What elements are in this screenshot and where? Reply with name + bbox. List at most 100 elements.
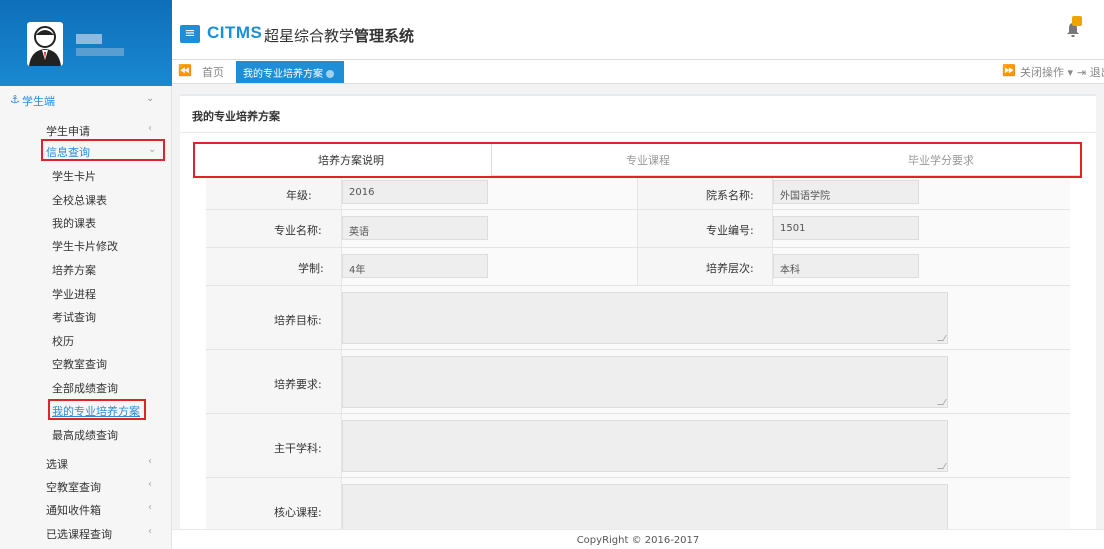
duration-field[interactable]: 4年 (342, 254, 488, 278)
sidebar-item-school-timetable[interactable]: 全校总课表 (0, 188, 172, 209)
form-row-goal: 培养目标: (206, 286, 1070, 350)
hamburger-icon: ≡ (184, 26, 196, 41)
sidebar-item-label: 学业进程 (52, 288, 96, 301)
sidebar-item-progress[interactable]: 学业进程 (0, 282, 172, 303)
chevron-left-icon: ‹ (148, 479, 152, 490)
sidebar-item-course-select[interactable]: 选课 ‹ (0, 452, 172, 473)
form-row-subjects: 主干学科: (206, 414, 1070, 478)
tab-label: 我的专业培养方案 (243, 69, 323, 80)
sidebar-item-selected-courses[interactable]: 已选课程查询 ‹ (0, 522, 172, 543)
chevron-left-icon: ‹ (148, 502, 152, 513)
logout-icon: ⇥ (1077, 66, 1087, 79)
app-title-bold: 管理系统 (354, 27, 415, 45)
level-label: 培养层次: (706, 262, 754, 275)
notification-bell[interactable] (1066, 16, 1082, 38)
resize-handle-icon[interactable] (937, 335, 947, 341)
chevron-left-icon: ‹ (148, 456, 152, 467)
major-no-label: 专业编号: (706, 224, 754, 237)
main-content: 我的专业培养方案 培养方案说明 专业课程 毕业学分要求 年级: 2016 院系名… (172, 84, 1104, 529)
chevron-down-icon: ⌄ (146, 93, 155, 104)
user-avatar-icon (29, 26, 61, 66)
sidebar-item-label: 学生卡片修改 (52, 240, 118, 253)
close-ops-dropdown[interactable]: 关闭操作 ▾ (1020, 64, 1073, 80)
sidebar-item-training-plan[interactable]: 培养方案 (0, 258, 172, 279)
form-row-core: 核心课程: (206, 478, 1070, 529)
caret-down-icon: ▾ (1067, 66, 1074, 79)
sidebar-group-student[interactable]: ⚓ 学生端 ⌄ (0, 90, 172, 110)
grade-label: 年级: (286, 189, 312, 202)
goal-textarea[interactable] (342, 292, 948, 344)
notification-badge (1072, 16, 1082, 26)
subjects-label: 主干学科: (274, 442, 322, 455)
sidebar-item-empty-room[interactable]: 空教室查询 (0, 352, 172, 373)
sidebar-item-all-grades[interactable]: 全部成绩查询 (0, 376, 172, 397)
form-row-grade: 年级: 2016 院系名称: 外国语学院 (206, 178, 1070, 210)
logout-button[interactable]: ⇥ 退出 (1077, 64, 1104, 80)
chevron-left-icon: ‹ (148, 123, 152, 134)
tab-scroll-left-icon[interactable]: ⏪ (178, 64, 192, 77)
highlight-box-info-query (41, 139, 165, 161)
avatar[interactable] (27, 22, 63, 66)
highlight-box-plan-tabs (193, 142, 1082, 178)
dept-label: 院系名称: (706, 189, 754, 202)
app-logo: CITMS (207, 23, 263, 42)
sidebar-item-student-apply[interactable]: 学生申请 ‹ (0, 119, 172, 140)
sidebar-item-label: 全部成绩查询 (52, 382, 118, 395)
footer: CopyRight © 2016-2017 (172, 529, 1104, 549)
sidebar-group-label: 学生端 (22, 95, 55, 108)
resize-handle-icon[interactable] (937, 463, 947, 469)
form-row-duration: 学制: 4年 培养层次: 本科 (206, 248, 1070, 286)
sidebar-item-inbox[interactable]: 通知收件箱 ‹ (0, 498, 172, 519)
sidebar: ⚓ 学生端 ⌄ 学生申请 ‹ 信息查询 ⌄ 学生卡片 全校总课表 我的课表 学生… (0, 0, 172, 549)
tab-my-major-plan[interactable]: 我的专业培养方案 (236, 61, 344, 83)
sidebar-item-label: 空教室查询 (46, 481, 101, 494)
duration-label: 学制: (298, 262, 324, 275)
sidebar-item-top-grades[interactable]: 最高成绩查询 (0, 423, 172, 444)
close-tab-icon[interactable] (326, 70, 334, 78)
sidebar-item-student-card[interactable]: 学生卡片 (0, 164, 172, 185)
resize-handle-icon[interactable] (937, 399, 947, 405)
menu-toggle-button[interactable]: ≡ (180, 25, 200, 43)
sidebar-item-card-edit[interactable]: 学生卡片修改 (0, 234, 172, 255)
sidebar-item-my-timetable[interactable]: 我的课表 (0, 211, 172, 232)
profile-role-blurred (76, 48, 124, 56)
profile-name-blurred (76, 34, 102, 44)
copyright-text: CopyRight © 2016-2017 (576, 535, 700, 546)
sidebar-item-label: 考试查询 (52, 311, 96, 324)
logout-label: 退出 (1089, 66, 1104, 79)
major-no-field[interactable]: 1501 (773, 216, 919, 240)
highlight-box-my-major-plan (48, 399, 146, 420)
sidebar-item-label: 选课 (46, 458, 68, 471)
app-title: 超星综合教学管理系统 (264, 25, 414, 46)
form-row-requirements: 培养要求: (206, 350, 1070, 414)
subjects-textarea[interactable] (342, 420, 948, 472)
sidebar-item-label: 我的课表 (52, 217, 96, 230)
sidebar-item-label: 空教室查询 (52, 358, 107, 371)
core-textarea[interactable] (342, 484, 948, 529)
sidebar-item-exam-query[interactable]: 考试查询 (0, 305, 172, 326)
sidebar-item-empty-room-2[interactable]: 空教室查询 ‹ (0, 475, 172, 496)
grade-field[interactable]: 2016 (342, 180, 488, 204)
sidebar-item-label: 已选课程查询 (46, 528, 112, 541)
label-cell (206, 178, 342, 209)
dept-field[interactable]: 外国语学院 (773, 180, 919, 204)
close-ops-label: 关闭操作 (1020, 66, 1064, 79)
sidebar-item-label: 培养方案 (52, 264, 96, 277)
divider (180, 132, 1096, 133)
goal-label: 培养目标: (274, 314, 322, 327)
tab-home[interactable]: 首页 (202, 64, 224, 80)
major-label: 专业名称: (274, 224, 322, 237)
sidebar-item-label: 最高成绩查询 (52, 429, 118, 442)
sidebar-item-label: 学生申请 (46, 125, 90, 138)
page-tabbar: ⏪ 首页 我的专业培养方案 ⏩ 关闭操作 ▾ ⇥ 退出 (172, 60, 1104, 84)
sidebar-item-calendar[interactable]: 校历 (0, 329, 172, 350)
tab-scroll-right-icon[interactable]: ⏩ (1002, 64, 1016, 77)
sidebar-item-label: 学生卡片 (52, 170, 96, 183)
req-textarea[interactable] (342, 356, 948, 408)
chevron-left-icon: ‹ (148, 526, 152, 537)
major-field[interactable]: 英语 (342, 216, 488, 240)
core-label: 核心课程: (274, 506, 322, 519)
req-label: 培养要求: (274, 378, 322, 391)
sidebar-item-label: 全校总课表 (52, 194, 107, 207)
level-field[interactable]: 本科 (773, 254, 919, 278)
